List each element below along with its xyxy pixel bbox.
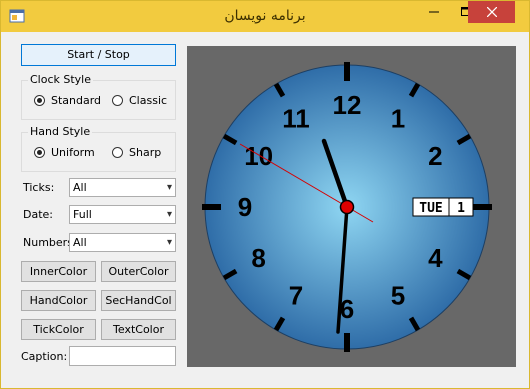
clock-center: [339, 199, 355, 215]
radio-unchecked-icon: [112, 95, 123, 106]
tick-color-button[interactable]: TickColor: [21, 319, 96, 340]
sec-hand-color-button[interactable]: SecHandCol: [101, 290, 176, 311]
chevron-down-icon: ▾: [166, 237, 172, 248]
radio-uniform[interactable]: Uniform: [34, 145, 95, 161]
chevron-down-icon: ▾: [166, 209, 172, 220]
radio-label: Classic: [129, 94, 168, 107]
close-icon: [486, 6, 497, 18]
numbers-value: All: [73, 236, 87, 249]
outer-color-button[interactable]: OuterColor: [101, 261, 176, 282]
clock-style-group: Clock Style Standard Classic: [21, 73, 176, 120]
window-title: برنامه نویسان: [224, 8, 306, 24]
ticks-value: All: [73, 181, 87, 194]
clock-number: 11: [282, 104, 310, 134]
clock-number: 8: [251, 243, 265, 273]
app-window: برنامه نویسان Start / Stop Clock Style S…: [0, 0, 530, 389]
text-color-button[interactable]: TextColor: [101, 319, 176, 340]
hand-style-group: Hand Style Uniform Sharp: [21, 125, 176, 172]
radio-label: Sharp: [129, 146, 162, 159]
radio-checked-icon: [34, 147, 45, 158]
radio-checked-icon: [34, 95, 45, 106]
minimize-icon: [429, 11, 439, 13]
clock-number: 10: [244, 141, 273, 171]
hand-style-title: Hand Style: [28, 125, 93, 138]
clock-number: 12: [333, 90, 362, 120]
clock-style-title: Clock Style: [28, 73, 94, 86]
radio-label: Standard: [51, 94, 102, 107]
radio-classic[interactable]: Classic: [112, 93, 167, 109]
start-stop-button[interactable]: Start / Stop: [21, 44, 176, 66]
date-label: Date:: [23, 208, 53, 221]
radio-label: Uniform: [51, 146, 95, 159]
radio-unchecked-icon: [112, 147, 123, 158]
clock-number: 2: [428, 141, 442, 171]
client-area: Start / Stop Clock Style Standard Classi…: [1, 32, 529, 388]
caption-label: Caption:: [21, 350, 68, 363]
clock-panel: 12 1 2 4 5 6 7 8 9 10 11 TUE 1: [187, 46, 516, 367]
chevron-down-icon: ▾: [166, 182, 172, 193]
analog-clock: 12 124567891011 TUE 1: [202, 62, 492, 352]
caption-input[interactable]: [69, 346, 176, 366]
day-of-week: TUE: [419, 201, 442, 216]
radio-standard[interactable]: Standard: [34, 93, 101, 109]
clock-number: 4: [428, 243, 443, 273]
ticks-select[interactable]: All ▾: [69, 178, 176, 197]
ticks-label: Ticks:: [23, 181, 55, 194]
radio-sharp[interactable]: Sharp: [112, 145, 161, 161]
clock-number: 7: [289, 280, 303, 310]
hand-color-button[interactable]: HandColor: [21, 290, 96, 311]
day-of-month: 1: [457, 201, 465, 216]
minimize-button[interactable]: [419, 1, 449, 23]
date-display: TUE 1: [412, 197, 474, 217]
title-bar: برنامه نویسان: [1, 1, 529, 32]
inner-color-button[interactable]: InnerColor: [21, 261, 96, 282]
date-select[interactable]: Full ▾: [69, 205, 176, 224]
close-button[interactable]: [468, 1, 515, 23]
clock-number: 9: [238, 192, 252, 222]
clock-number: 5: [391, 280, 405, 310]
clock-number: 1: [391, 104, 405, 134]
date-value: Full: [73, 208, 92, 221]
numbers-select[interactable]: All ▾: [69, 233, 176, 252]
